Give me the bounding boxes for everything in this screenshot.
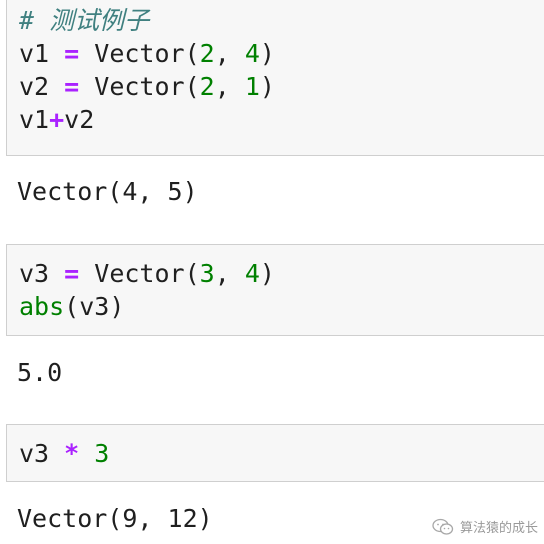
code-token: # 测试例子 — [19, 6, 150, 35]
code-token: Vector( — [79, 259, 200, 288]
code-line: v2 = Vector(2, 1) — [19, 70, 544, 103]
code-token: = — [64, 259, 80, 288]
code-line: v1 = Vector(2, 4) — [19, 37, 544, 70]
code-token: + — [49, 105, 65, 134]
code-token: ) — [109, 292, 125, 321]
code-cell-1[interactable]: # 测试例子 v1 = Vector(2, 4) v2 = Vector(2, 1)… — [6, 0, 544, 156]
code-token: ( — [64, 292, 80, 321]
code-token: v1 — [19, 39, 65, 68]
code-token: 3 — [199, 259, 215, 288]
code-token: , — [214, 72, 245, 101]
output-cell-3: Vector(9, 12) — [17, 504, 213, 533]
code-token: * — [64, 439, 80, 468]
code-token: v2 — [64, 105, 95, 134]
code-token: 2 — [199, 39, 215, 68]
code-token: 3 — [94, 439, 110, 468]
code-line: v3 * 3 — [19, 437, 544, 470]
code-line: v3 = Vector(3, 4) — [19, 257, 544, 290]
code-token: v3 — [79, 292, 110, 321]
code-line: v1+v2 — [19, 103, 544, 136]
code-token: ) — [259, 259, 275, 288]
code-cell-2[interactable]: v3 = Vector(3, 4) abs(v3) — [6, 244, 544, 336]
wechat-icon — [432, 518, 454, 535]
code-token: v2 — [19, 72, 65, 101]
code-line: # 测试例子 — [19, 4, 544, 37]
code-cell-3[interactable]: v3 * 3 — [6, 424, 544, 482]
code-token: Vector( — [79, 39, 200, 68]
code-token: , — [214, 39, 245, 68]
watermark: 算法猿的成长 — [432, 517, 538, 536]
watermark-text: 算法猿的成长 — [459, 521, 538, 536]
code-line: abs(v3) — [19, 290, 544, 323]
code-token: v3 — [19, 259, 65, 288]
code-token: 1 — [244, 72, 260, 101]
code-token: ) — [259, 39, 275, 68]
code-token: Vector( — [79, 72, 200, 101]
code-token: v1 — [19, 105, 50, 134]
output-cell-1: Vector(4, 5) — [17, 177, 198, 206]
code-token: v3 — [19, 439, 65, 468]
code-token: ) — [259, 72, 275, 101]
code-token: 2 — [199, 72, 215, 101]
output-cell-2: 5.0 — [17, 358, 63, 387]
code-token: , — [214, 259, 245, 288]
code-token: = — [64, 72, 80, 101]
code-token: abs — [19, 292, 65, 321]
code-token: 4 — [244, 259, 260, 288]
code-token: = — [64, 39, 80, 68]
code-token: 4 — [244, 39, 260, 68]
